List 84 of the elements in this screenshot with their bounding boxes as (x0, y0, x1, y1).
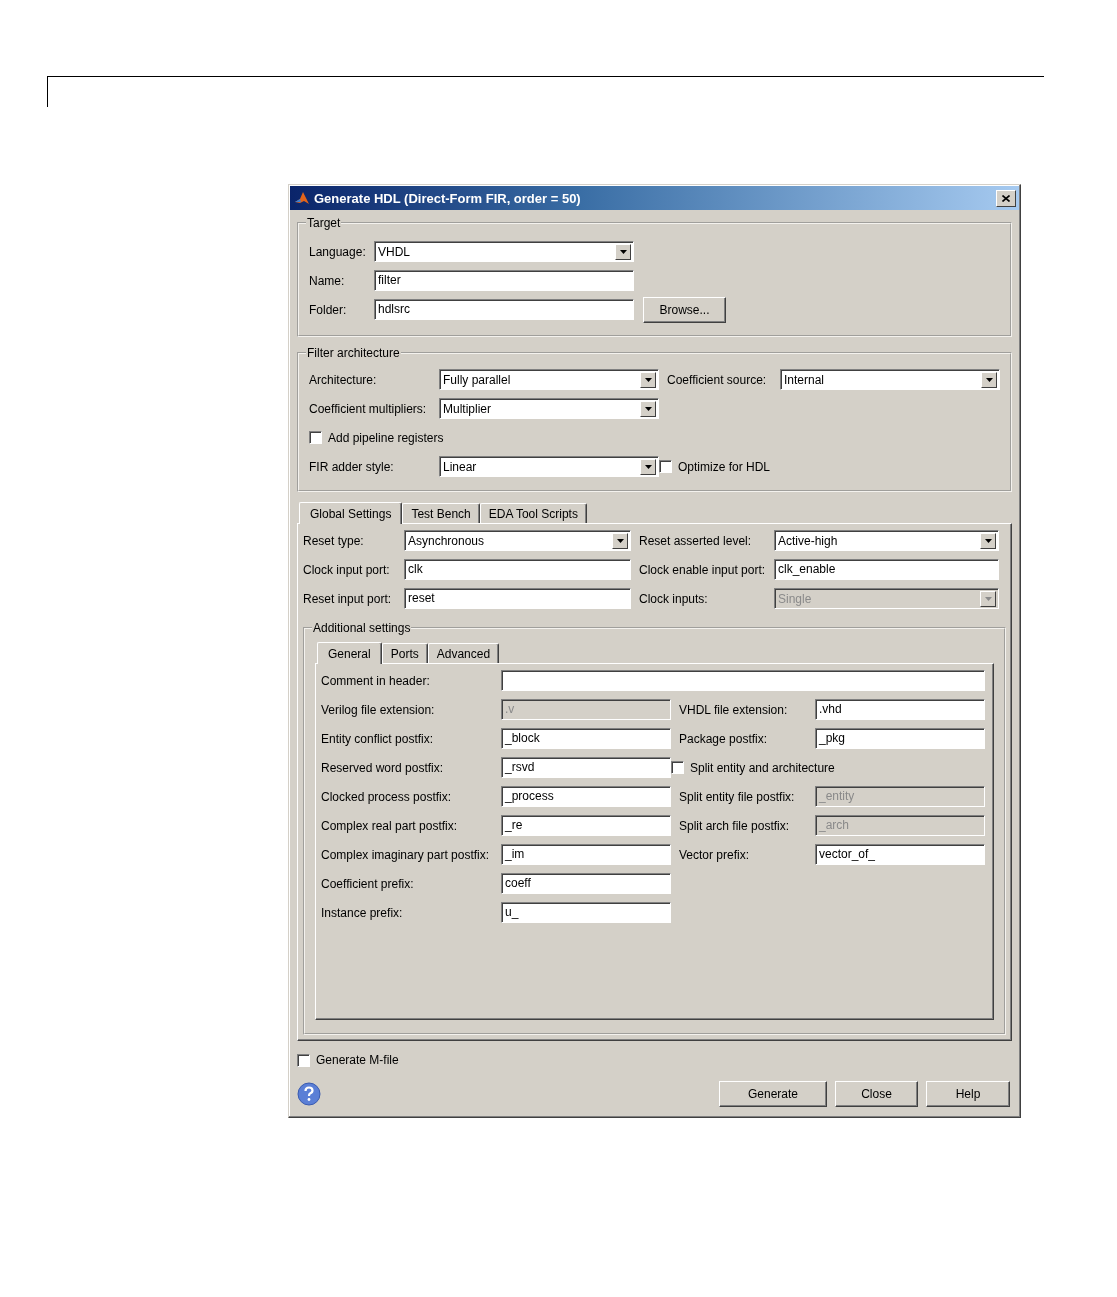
field-label: Vector prefix: (678, 847, 751, 862)
caret-icon (644, 377, 652, 382)
field-label: Architecture: (309, 372, 378, 387)
field-label: Comment in header: (321, 673, 431, 688)
checkbox[interactable] (297, 1053, 310, 1067)
caret-icon (644, 406, 652, 411)
field-label: Verilog file extension: (321, 702, 436, 717)
text-field[interactable]: _re (501, 815, 671, 836)
dropdown[interactable]: Fully parallel (439, 369, 659, 390)
dialog-button[interactable]: Close (835, 1081, 918, 1107)
field-label: Split entity file postfix: (678, 789, 796, 804)
field-label: Coefficient multipliers: (309, 401, 428, 416)
text-field[interactable]: vector_of_ (815, 844, 985, 865)
checkbox-label: Optimize for HDL (678, 459, 771, 474)
text-field[interactable]: clk (404, 559, 631, 580)
close-button[interactable] (996, 189, 1016, 207)
checkbox[interactable] (659, 460, 672, 473)
group-title: Additional settings (312, 621, 412, 635)
field-label: VHDL file extension: (678, 702, 789, 717)
field-label: Entity conflict postfix: (321, 731, 435, 746)
field-label: Coefficient prefix: (321, 876, 415, 891)
text-field[interactable]: _pkg (815, 728, 985, 749)
help-icon[interactable] (297, 1082, 321, 1106)
dropdown[interactable]: VHDL (374, 241, 634, 262)
close-icon (1002, 194, 1010, 202)
app-icon (294, 190, 310, 206)
tab[interactable]: Global Settings (299, 502, 403, 524)
field-label: Clock inputs: (638, 591, 709, 606)
browse-button[interactable]: Browse... (643, 296, 726, 323)
field-label: Complex real part postfix: (321, 818, 459, 833)
checkbox[interactable] (671, 761, 684, 774)
checkbox-label: Split entity and architecture (690, 760, 835, 775)
field-label: Coefficient source: (666, 372, 768, 387)
window-title: Generate HDL (Direct-Form FIR, order = 50) (314, 190, 582, 206)
caret-icon (984, 538, 992, 543)
checkbox-label: Add pipeline registers (328, 430, 444, 445)
text-field[interactable] (501, 670, 985, 691)
field-label: Complex imaginary part postfix: (321, 847, 491, 862)
field-label: Name: (309, 273, 346, 288)
field-label: Reserved word postfix: (321, 760, 445, 775)
text-field[interactable]: hdlsrc (374, 299, 634, 320)
dropdown[interactable]: Multiplier (439, 398, 659, 419)
field-label: Instance prefix: (321, 905, 404, 920)
caret-icon (644, 464, 652, 469)
field-label: Language: (309, 244, 367, 259)
dropdown[interactable]: Linear (439, 456, 659, 477)
text-field[interactable]: _im (501, 844, 671, 865)
text-field[interactable]: coeff (501, 873, 671, 894)
group-title: Filter architecture (306, 346, 401, 360)
tab[interactable]: EDA Tool Scripts (479, 503, 587, 523)
caret-icon (984, 596, 992, 601)
group-title: Target (306, 216, 342, 230)
checkbox-label: Generate M-file (316, 1053, 399, 1067)
field-label: Clock enable input port: (638, 562, 767, 577)
field-label: FIR adder style: (309, 459, 395, 474)
tab[interactable]: Ports (381, 643, 428, 663)
text-field[interactable]: reset (404, 588, 631, 609)
text-field[interactable]: _process (501, 786, 671, 807)
dialog-button[interactable]: Generate (719, 1081, 827, 1107)
dialog-button[interactable]: Help (926, 1081, 1010, 1107)
tab[interactable]: Advanced (427, 643, 500, 663)
dropdown[interactable]: Internal (780, 369, 1000, 390)
field-label: Split arch file postfix: (678, 818, 791, 833)
dropdown[interactable]: Asynchronous (404, 530, 631, 551)
tab[interactable]: General (317, 642, 382, 664)
field-label: Reset type: (303, 533, 365, 548)
caret-icon (619, 249, 627, 254)
tab[interactable]: Test Bench (402, 503, 480, 523)
caret-icon (616, 538, 624, 543)
field-label: Package postfix: (678, 731, 769, 746)
text-field[interactable]: _block (501, 728, 671, 749)
field-label: Clocked process postfix: (321, 789, 453, 804)
field-label: Reset input port: (303, 591, 393, 606)
caret-icon (985, 377, 993, 382)
field-label: Reset asserted level: (638, 533, 753, 548)
dropdown[interactable]: Active-high (774, 530, 999, 551)
text-field[interactable]: filter (374, 270, 634, 291)
text-field[interactable]: clk_enable (774, 559, 999, 580)
field-label: Folder: (309, 302, 348, 317)
field-label: Clock input port: (303, 562, 391, 577)
text-field[interactable]: .vhd (815, 699, 985, 720)
text-field[interactable]: u_ (501, 902, 671, 923)
text-field[interactable]: _rsvd (501, 757, 671, 778)
checkbox[interactable] (309, 431, 322, 444)
